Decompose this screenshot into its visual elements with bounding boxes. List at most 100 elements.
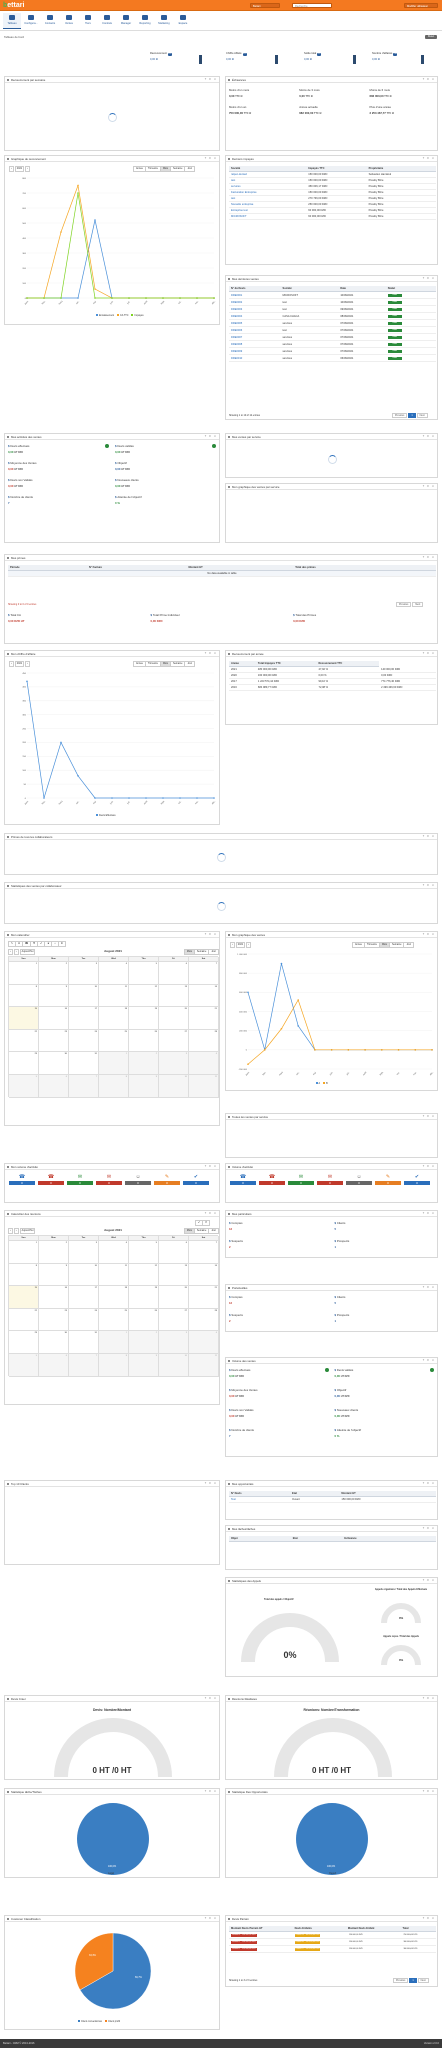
calendar-day[interactable]: 18 — [99, 1007, 129, 1030]
calendar-day[interactable]: 23 — [39, 1029, 69, 1053]
panel-tools-icons[interactable]: ? ⟳ ✕ — [205, 1789, 217, 1795]
table-row[interactable]: DRE0003 test 09/09/2021 Validé — [229, 305, 436, 313]
panel-tools-icons[interactable]: ? ⟳ ✕ — [423, 1481, 435, 1487]
calendar-day[interactable]: 3 — [69, 962, 99, 985]
year-value[interactable]: 2021 — [14, 166, 25, 172]
activity-counter[interactable]: ✔ 0 — [404, 1174, 430, 1188]
calendar-day[interactable]: 14 — [189, 984, 219, 1008]
table-row[interactable]: Test Ouvert 150 000,00 DZD — [229, 1496, 436, 1503]
activity-counter[interactable]: ✉ 0 — [288, 1174, 314, 1188]
calendar-day[interactable]: 12 — [129, 1263, 159, 1287]
calendar-day[interactable]: 16 — [39, 1286, 69, 1309]
calendar-day[interactable]: 2 — [39, 1241, 69, 1264]
panel-tools-icons[interactable]: ? ⟳ ✕ — [423, 77, 435, 83]
nav-item-6[interactable]: Manager — [117, 13, 135, 29]
calendar-day[interactable]: 9 — [39, 984, 69, 1008]
kpi-card[interactable]: Solde total 07 0,00 ₪ — [304, 52, 356, 64]
calendar-day[interactable]: 1 — [99, 1052, 129, 1075]
calendar-day[interactable]: 2 — [129, 1331, 159, 1354]
table-row[interactable]: DRE0006 test 07/09/2021 Validé — [229, 326, 436, 334]
calendar-day[interactable]: 30 — [39, 1331, 69, 1354]
calendar-day[interactable]: 16 — [39, 1007, 69, 1030]
calendar-day[interactable]: 17 — [69, 1007, 99, 1030]
panel-tools-icons[interactable]: ? ⟳ ✕ — [423, 1916, 435, 1922]
calendar-day[interactable]: 22 — [9, 1029, 39, 1053]
period-button-3[interactable]: Semaine — [170, 166, 186, 172]
calendar-day[interactable]: 24 — [69, 1029, 99, 1053]
column-header[interactable]: Echéance — [342, 1536, 436, 1542]
nav-item-3[interactable]: Ventes — [60, 13, 78, 29]
panel-tools-icons[interactable]: ? ⟳ ✕ — [205, 1164, 217, 1170]
page-button[interactable]: 1 — [408, 413, 416, 418]
table-cell[interactable]: DRE0005 — [229, 319, 281, 327]
panel-tools-icons[interactable]: ? ⟳ ✕ — [423, 1164, 435, 1170]
panel-tools-icons[interactable]: ? ⟳ ✕ — [423, 1789, 435, 1795]
calendar-day[interactable]: 13 — [159, 1263, 189, 1287]
calendar-day[interactable]: 3 — [69, 1241, 99, 1264]
calendar-day[interactable]: 28 — [189, 1029, 219, 1053]
period-button-1[interactable]: Trimestre — [144, 661, 161, 667]
calendar-day[interactable]: 7 — [189, 1241, 219, 1264]
table-row[interactable]: DRE0012 · 150 000,00 DZD DRE0016 · 150 00… — [229, 1938, 436, 1946]
panel-tools-icons[interactable]: ? ⟳ ✕ — [205, 434, 217, 440]
kpi-card[interactable]: Recouvrement 02 0,00 ₪ — [150, 52, 202, 64]
period-button-3[interactable]: Semaine — [389, 942, 405, 948]
panel-tools-icons[interactable]: ? ⟳ ✕ — [423, 651, 435, 657]
panel-tools-icons[interactable]: ? ⟳ ✕ — [423, 1578, 435, 1584]
calendar-day[interactable]: 12 — [129, 984, 159, 1008]
prev-year-button[interactable]: ‹ — [9, 166, 14, 172]
column-header[interactable]: Objet — [229, 1536, 291, 1542]
calendar-day[interactable]: 11 — [189, 1075, 219, 1098]
panel-tools-icons[interactable]: ? ⟳ ✕ — [423, 834, 435, 840]
calendar-day[interactable]: 6 — [39, 1354, 69, 1377]
calendar-day[interactable]: 11 — [99, 984, 129, 1008]
calendar-day[interactable]: 21 — [189, 1007, 219, 1030]
activity-counter[interactable]: ☎ 0 — [9, 1174, 35, 1188]
calendar-day[interactable]: 3 — [159, 1052, 189, 1075]
panel-tools-icons[interactable]: ? ⟳ ✕ — [205, 1916, 217, 1922]
calendar-day[interactable]: 10 — [159, 1075, 189, 1098]
calendar-day[interactable]: 7 — [189, 962, 219, 985]
table-row[interactable]: DRE0004 CASA CHACA 08/09/2021 Validé — [229, 312, 436, 320]
table-row[interactable]: DRE0008 services 07/09/2021 Validé — [229, 340, 436, 348]
calendar-day[interactable]: 20 — [159, 1286, 189, 1309]
panel-tools-icons[interactable]: ? ⟳ ✕ — [205, 77, 217, 83]
period-button-4[interactable]: Jour — [403, 942, 415, 948]
year-value[interactable]: 2021 — [235, 942, 246, 948]
calendar-day[interactable]: 20 — [159, 1007, 189, 1030]
table-row[interactable]: DRE0011 · 150 000,00 DZD DRE0017 · 150 00… — [229, 1945, 436, 1953]
table-cell[interactable]: DRE0010 — [229, 354, 281, 362]
calendar-day[interactable]: 9 — [39, 1263, 69, 1287]
calendar-day[interactable]: 8 — [99, 1354, 129, 1377]
prev-year-button[interactable]: ‹ — [230, 942, 235, 948]
activity-counter[interactable]: ☎ 0 — [230, 1174, 256, 1188]
panel-tools-icons[interactable]: ? ⟳ ✕ — [205, 651, 217, 657]
panel-tools-icons[interactable]: ? ⟳ ✕ — [423, 276, 435, 282]
calendar-day[interactable]: 14 — [189, 1263, 219, 1287]
table-row[interactable]: MICROSOFT 60 000,00 DZD Prestity Birre — [229, 213, 436, 220]
period-button-4[interactable]: Jour — [184, 166, 196, 172]
table-cell[interactable]: MICROSOFT — [229, 213, 307, 220]
calendar-day[interactable]: 9 — [129, 1075, 159, 1098]
calendar-day[interactable]: 10 — [69, 1263, 99, 1287]
nav-item-4[interactable]: Tiers — [79, 13, 97, 29]
table-row[interactable]: DRE0007 services 07/09/2021 Validé — [229, 333, 436, 341]
calendar-day[interactable]: 31 — [69, 1331, 99, 1354]
calendar-day[interactable]: 1 — [99, 1331, 129, 1354]
table-row[interactable]: DRE0001 MICROSOFT 10/09/2021 Validé — [229, 291, 436, 299]
activity-counter[interactable]: ✉ 0 — [96, 1174, 122, 1188]
calendar-day[interactable]: 27 — [159, 1029, 189, 1053]
calendar-day[interactable]: 10 — [159, 1354, 189, 1377]
calendar-day[interactable]: 30 — [39, 1052, 69, 1075]
activity-counter[interactable]: ✎ 0 — [154, 1174, 180, 1188]
calendar-view-button[interactable]: Semaine — [193, 1228, 210, 1234]
table-cell[interactable]: DRE0004 — [229, 312, 281, 320]
activity-counter[interactable]: ✔ 0 — [183, 1174, 209, 1188]
panel-tools-icons[interactable]: ? ⟳ ✕ — [423, 1696, 435, 1702]
company-button[interactable]: Bettari — [250, 3, 280, 8]
app-logo[interactable]: bettari — [3, 2, 24, 9]
panel-tools-icons[interactable]: ? ⟳ ✕ — [423, 1285, 435, 1291]
period-button-1[interactable]: Trimestre — [363, 942, 380, 948]
calendar-day[interactable]: 6 — [39, 1075, 69, 1098]
nav-item-9[interactable]: Espace — [174, 13, 192, 29]
